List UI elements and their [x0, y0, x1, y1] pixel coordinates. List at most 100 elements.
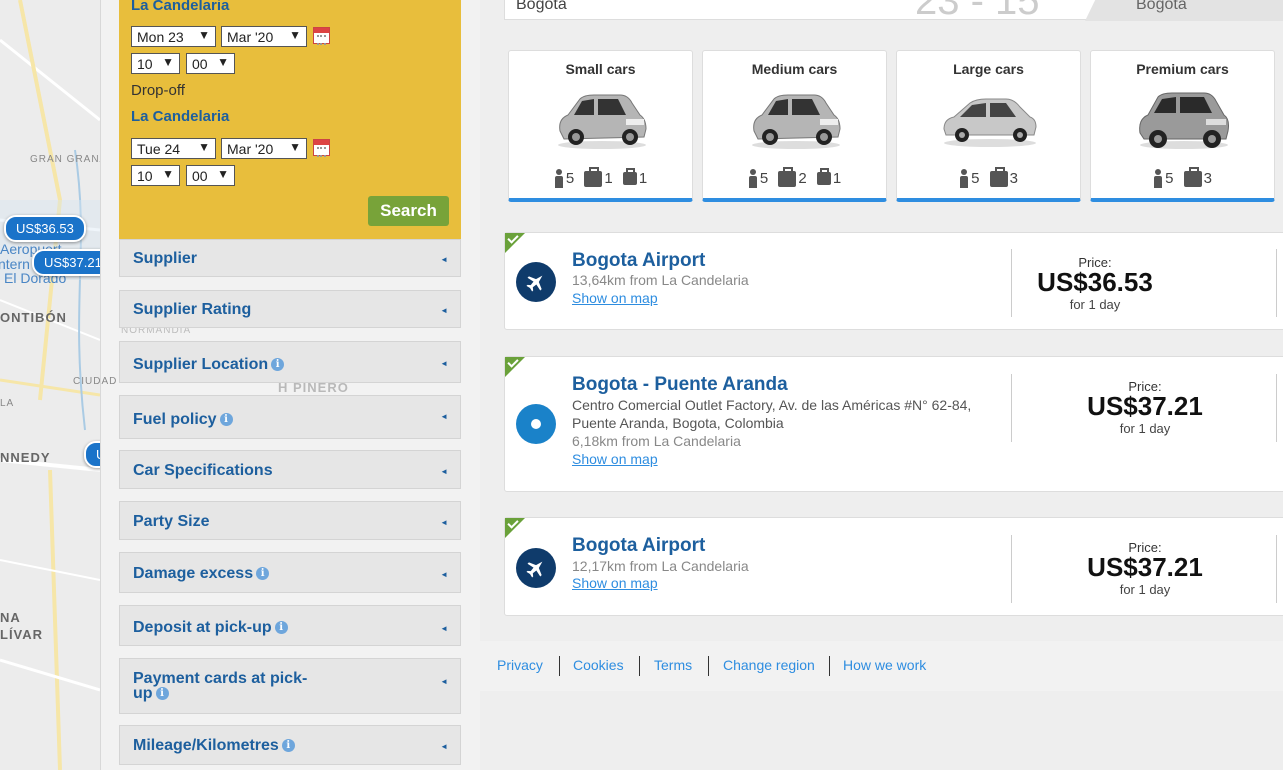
pickup-location[interactable]: La Candelaria [131, 0, 229, 14]
filter-deposit-at-pickup[interactable]: Deposit at pick-up i ◄ [119, 605, 461, 646]
map-price-pin[interactable]: US$37.21 [84, 441, 100, 468]
info-icon[interactable]: i [271, 358, 285, 371]
select-value: Mar '20 [227, 141, 274, 157]
chevron-down-icon: ▼ [162, 55, 174, 69]
location-title[interactable]: Bogota Airport [572, 535, 705, 557]
location-address-line1: Centro Comercial Outlet Factory, Av. de … [572, 397, 972, 413]
footer-separator [708, 656, 709, 676]
footer-link-change-region[interactable]: Change region [723, 657, 815, 673]
show-on-map-link[interactable]: Show on map [572, 290, 658, 306]
category-specs: 5 3 [1091, 166, 1274, 188]
search-button[interactable]: Search [368, 196, 449, 226]
result-card[interactable]: Bogota - Puente Aranda Centro Comercial … [504, 356, 1283, 492]
filter-label: Mileage/Kilometres [133, 737, 279, 754]
filter-supplier-location[interactable]: Supplier Location i ◄ [119, 341, 461, 383]
filter-label: Damage excess [133, 565, 254, 582]
category-small-cars[interactable]: Small cars 5 1 1 [508, 50, 693, 202]
calendar-icon[interactable] [313, 139, 330, 157]
footer: Privacy Cookies Terms Change region How … [480, 641, 1283, 691]
dropoff-month-select[interactable]: Mar '20 ▼ [221, 138, 307, 159]
seats-count: 5 [565, 170, 575, 187]
filter-payment-cards[interactable]: Payment cards at pick-up i ◄ [119, 658, 461, 714]
info-icon[interactable]: i [281, 739, 295, 752]
dropoff-label: Drop-off [131, 82, 185, 99]
caret-left-icon: ◄ [440, 412, 448, 421]
dropoff-location[interactable]: La Candelaria [131, 108, 229, 125]
footer-link-terms[interactable]: Terms [654, 657, 692, 673]
map-label: ONTIBÓN [0, 310, 67, 325]
select-value: Mar '20 [227, 29, 274, 45]
dropoff-day-select[interactable]: Tue 24 ▼ [131, 138, 216, 159]
map-price-pin[interactable]: US$36.53 [4, 215, 86, 242]
pickup-city: Bogota [516, 0, 567, 13]
show-on-map-link[interactable]: Show on map [572, 575, 658, 591]
filter-mileage[interactable]: Mileage/Kilometres i ◄ [119, 725, 461, 765]
location-distance: 13,64km from La Candelaria [572, 272, 749, 288]
pickup-month-select[interactable]: Mar '20 ▼ [221, 26, 307, 47]
result-card[interactable]: Bogota Airport 13,64km from La Candelari… [504, 232, 1283, 330]
divider [1276, 535, 1277, 603]
category-name: Medium cars [751, 61, 838, 77]
info-icon[interactable]: i [155, 687, 169, 700]
pickup-day-select[interactable]: Mon 23 ▼ [131, 26, 216, 47]
passenger-icon [1153, 169, 1163, 188]
location-title[interactable]: Bogota - Puente Aranda [572, 374, 788, 396]
info-icon[interactable]: i [256, 567, 270, 580]
dropoff-hour-select[interactable]: 10 ▼ [131, 165, 180, 186]
info-icon[interactable]: i [274, 621, 288, 634]
chevron-down-icon: ▼ [217, 55, 229, 69]
airplane-icon [516, 262, 556, 302]
checkmark-icon [505, 518, 525, 538]
small-bags-count: 1 [638, 170, 648, 187]
footer-link-cookies[interactable]: Cookies [573, 657, 624, 673]
category-premium-cars[interactable]: Premium cars 5 3 [1090, 50, 1275, 202]
map-label: LÍVAR [0, 627, 44, 642]
filter-label: Party Size [133, 513, 210, 530]
footer-link-privacy[interactable]: Privacy [497, 657, 543, 673]
chevron-down-icon: ▼ [198, 28, 210, 42]
filter-fuel-policy[interactable]: Fuel policy i ◄ [119, 395, 461, 439]
filter-party-size[interactable]: Party Size ◄ [119, 501, 461, 540]
map-label: NA [0, 610, 21, 625]
large-bags-count: 1 [604, 170, 613, 187]
price-block: Price: US$37.21 for 1 day [1025, 540, 1265, 597]
map-price-pin[interactable]: US$37.21 [32, 249, 100, 276]
divider [1011, 535, 1012, 603]
small-bags-count: 1 [832, 170, 842, 187]
footer-separator [829, 656, 830, 676]
seats-count: 5 [759, 170, 769, 187]
search-summary-bar[interactable]: Bogota 23 - 15 Bogota [504, 0, 1283, 23]
small-bag-icon [622, 168, 637, 185]
car-image [1139, 92, 1229, 149]
map-label: CIUDAD [73, 376, 118, 387]
filter-supplier[interactable]: Supplier ◄ [119, 239, 461, 277]
chevron-down-icon: ▼ [198, 140, 210, 154]
map-label: NNEDY [0, 450, 51, 465]
dropoff-minute-select[interactable]: 00 ▼ [186, 165, 235, 186]
caret-left-icon: ◄ [440, 624, 448, 633]
footer-link-how-we-work[interactable]: How we work [843, 657, 926, 673]
passenger-icon [959, 169, 969, 188]
select-value: 10 [137, 168, 153, 184]
airplane-icon [516, 548, 556, 588]
filter-supplier-rating[interactable]: Supplier Rating ◄ [119, 290, 461, 328]
category-medium-cars[interactable]: Medium cars 5 2 1 [702, 50, 887, 202]
info-icon[interactable]: i [219, 413, 233, 426]
small-bag-icon [816, 168, 831, 185]
category-specs: 5 3 [897, 166, 1080, 188]
filter-damage-excess[interactable]: Damage excess i ◄ [119, 552, 461, 593]
category-large-cars[interactable]: Large cars 5 3 [896, 50, 1081, 202]
filter-car-specifications[interactable]: Car Specifications ◄ [119, 450, 461, 489]
calendar-icon[interactable] [313, 27, 330, 45]
map-label: LA [0, 398, 15, 409]
result-card[interactable]: Bogota Airport 12,17km from La Candelari… [504, 517, 1283, 616]
price-value: US$37.21 [1087, 552, 1203, 582]
caret-left-icon: ◄ [440, 518, 448, 527]
location-title[interactable]: Bogota Airport [572, 250, 705, 272]
select-value: Mon 23 [137, 29, 184, 45]
car-image [943, 98, 1037, 147]
checkmark-icon [505, 233, 525, 253]
pickup-hour-select[interactable]: 10 ▼ [131, 53, 180, 74]
show-on-map-link[interactable]: Show on map [572, 451, 658, 467]
pickup-minute-select[interactable]: 00 ▼ [186, 53, 235, 74]
